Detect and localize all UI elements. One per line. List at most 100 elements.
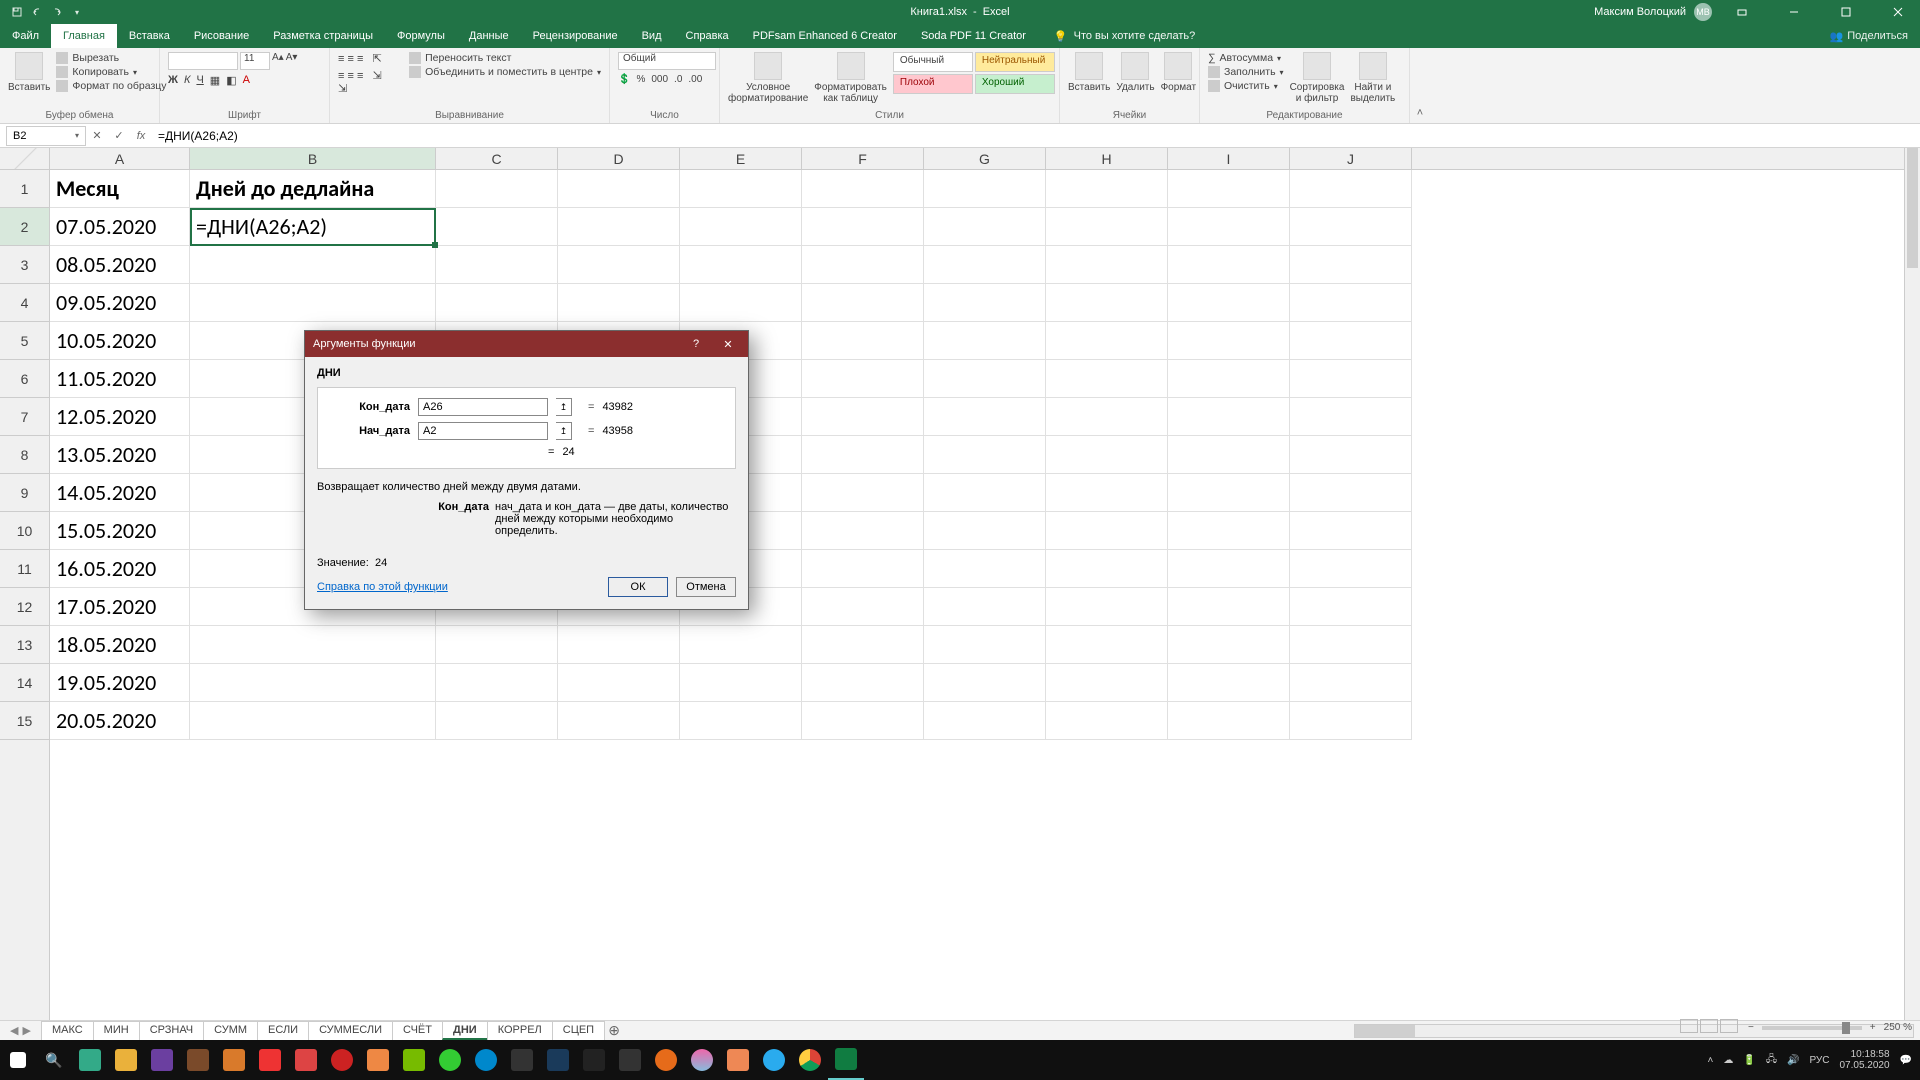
collapse-ribbon-icon[interactable]: ˄	[1410, 48, 1430, 123]
row-header-4[interactable]: 4	[0, 284, 49, 322]
cell-D13[interactable]	[558, 626, 680, 664]
merge-button[interactable]: Объединить и поместить в центре▾	[409, 66, 601, 78]
fill-button[interactable]: Заполнить▾	[1208, 66, 1284, 78]
inc-decimal-icon[interactable]: .0	[674, 74, 682, 85]
cell-A11[interactable]: 16.05.2020	[50, 550, 190, 588]
cell-D15[interactable]	[558, 702, 680, 740]
row-header-13[interactable]: 13	[0, 626, 49, 664]
cell-I6[interactable]	[1168, 360, 1290, 398]
cell-A13[interactable]: 18.05.2020	[50, 626, 190, 664]
row-header-11[interactable]: 11	[0, 550, 49, 588]
sheet-tab-СУММЕСЛИ[interactable]: СУММЕСЛИ	[308, 1021, 393, 1040]
cell-F3[interactable]	[802, 246, 924, 284]
firefox-icon[interactable]	[648, 1040, 684, 1080]
cell-I5[interactable]	[1168, 322, 1290, 360]
app-icon-12[interactable]	[540, 1040, 576, 1080]
col-header-I[interactable]: I	[1168, 148, 1290, 169]
app-icon-8[interactable]	[396, 1040, 432, 1080]
cell-I10[interactable]	[1168, 512, 1290, 550]
app-icon-1[interactable]	[144, 1040, 180, 1080]
col-header-E[interactable]: E	[680, 148, 802, 169]
cell-I1[interactable]	[1168, 170, 1290, 208]
cell-D3[interactable]	[558, 246, 680, 284]
cell-H14[interactable]	[1046, 664, 1168, 702]
formula-input[interactable]: =ДНИ(A26;A2)	[152, 129, 1920, 143]
notification-icon[interactable]: 💬	[1900, 1055, 1912, 1066]
cell-F12[interactable]	[802, 588, 924, 626]
cell-A8[interactable]: 13.05.2020	[50, 436, 190, 474]
cell-F11[interactable]	[802, 550, 924, 588]
cell-F14[interactable]	[802, 664, 924, 702]
cell-A14[interactable]: 19.05.2020	[50, 664, 190, 702]
cell-G1[interactable]	[924, 170, 1046, 208]
cell-H10[interactable]	[1046, 512, 1168, 550]
sort-filter-button[interactable]: Сортировка и фильтр	[1290, 52, 1345, 104]
font-size-select[interactable]: 11	[240, 52, 270, 70]
tray-expand-icon[interactable]: ˄	[1708, 1055, 1714, 1066]
task-view-icon[interactable]	[72, 1040, 108, 1080]
cell-J8[interactable]	[1290, 436, 1412, 474]
col-header-F[interactable]: F	[802, 148, 924, 169]
comma-icon[interactable]: 000	[651, 74, 668, 85]
cell-A5[interactable]: 10.05.2020	[50, 322, 190, 360]
cell-J15[interactable]	[1290, 702, 1412, 740]
cell-D14[interactable]	[558, 664, 680, 702]
app-icon-10[interactable]	[468, 1040, 504, 1080]
explorer-icon[interactable]	[108, 1040, 144, 1080]
row-header-6[interactable]: 6	[0, 360, 49, 398]
function-help-link[interactable]: Справка по этой функции	[317, 581, 448, 593]
sheet-tab-ЕСЛИ[interactable]: ЕСЛИ	[257, 1021, 309, 1040]
cell-F8[interactable]	[802, 436, 924, 474]
app-icon-14[interactable]	[612, 1040, 648, 1080]
format-cells-button[interactable]: Формат	[1161, 52, 1197, 93]
sheet-tab-СРЗНАЧ[interactable]: СРЗНАЧ	[139, 1021, 204, 1040]
font-color-icon[interactable]: A	[243, 74, 250, 87]
cell-I3[interactable]	[1168, 246, 1290, 284]
add-sheet-icon[interactable]: ⊕	[604, 1022, 624, 1039]
cell-I4[interactable]	[1168, 284, 1290, 322]
cell-G10[interactable]	[924, 512, 1046, 550]
cell-J13[interactable]	[1290, 626, 1412, 664]
cell-H13[interactable]	[1046, 626, 1168, 664]
cell-E15[interactable]	[680, 702, 802, 740]
cell-G2[interactable]	[924, 208, 1046, 246]
cell-C4[interactable]	[436, 284, 558, 322]
paste-button[interactable]: Вставить	[8, 52, 50, 93]
arg2-input[interactable]: A2	[418, 422, 548, 440]
cell-G7[interactable]	[924, 398, 1046, 436]
cell-G3[interactable]	[924, 246, 1046, 284]
minimize-icon[interactable]	[1772, 0, 1816, 24]
view-layout-icon[interactable]	[1700, 1019, 1718, 1033]
cell-F10[interactable]	[802, 512, 924, 550]
style-neutral[interactable]: Нейтральный	[975, 52, 1055, 72]
find-select-button[interactable]: Найти и выделить	[1350, 52, 1395, 104]
tab-view[interactable]: Вид	[630, 24, 674, 48]
cell-G14[interactable]	[924, 664, 1046, 702]
cell-J7[interactable]	[1290, 398, 1412, 436]
sheet-tab-КОРРЕЛ[interactable]: КОРРЕЛ	[487, 1021, 553, 1040]
cancel-formula-icon[interactable]: ✕	[86, 129, 108, 142]
font-family-select[interactable]	[168, 52, 238, 70]
cell-H15[interactable]	[1046, 702, 1168, 740]
tab-help[interactable]: Справка	[674, 24, 741, 48]
enter-formula-icon[interactable]: ✓	[108, 129, 130, 142]
cell-F13[interactable]	[802, 626, 924, 664]
cell-H6[interactable]	[1046, 360, 1168, 398]
cell-E1[interactable]	[680, 170, 802, 208]
cell-J9[interactable]	[1290, 474, 1412, 512]
cell-E13[interactable]	[680, 626, 802, 664]
tab-file[interactable]: Файл	[0, 24, 51, 48]
cell-J3[interactable]	[1290, 246, 1412, 284]
cell-B13[interactable]	[190, 626, 436, 664]
app-icon-5[interactable]	[288, 1040, 324, 1080]
tray-clock[interactable]: 10:18:58 07.05.2020	[1839, 1049, 1889, 1071]
sheet-next-icon[interactable]: ▶	[22, 1024, 30, 1037]
grow-font-icon[interactable]: A▴	[272, 52, 284, 70]
fill-handle[interactable]	[432, 242, 438, 248]
select-all-corner[interactable]	[0, 148, 50, 170]
cell-H1[interactable]	[1046, 170, 1168, 208]
telegram-icon[interactable]	[756, 1040, 792, 1080]
cell-D2[interactable]	[558, 208, 680, 246]
cell-I9[interactable]	[1168, 474, 1290, 512]
user-avatar[interactable]: МВ	[1694, 3, 1712, 21]
